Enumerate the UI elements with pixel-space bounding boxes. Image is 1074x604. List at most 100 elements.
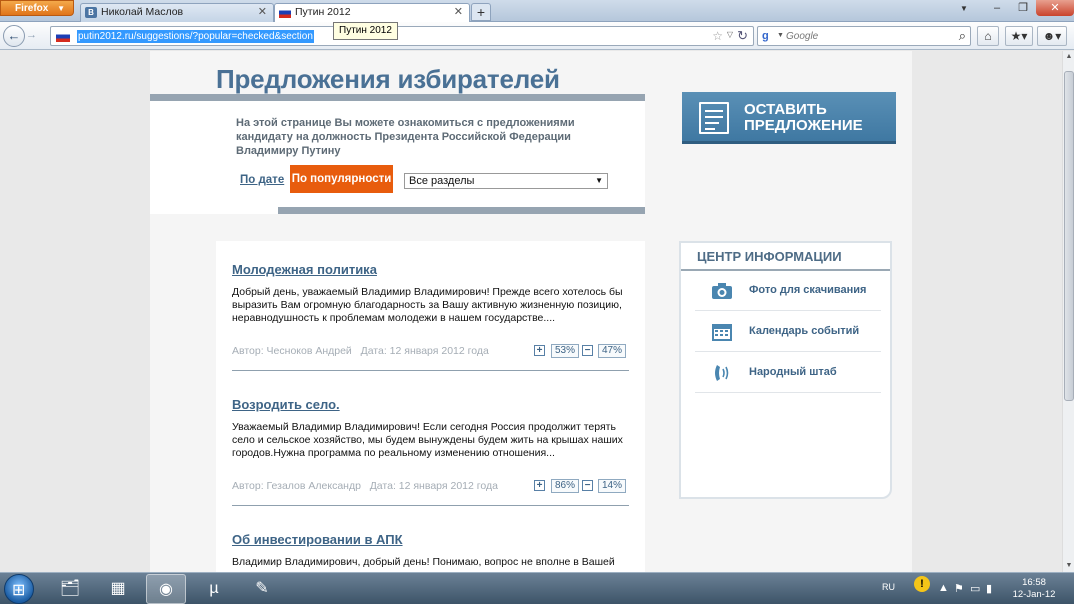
- search-icon[interactable]: ⌕: [959, 28, 966, 44]
- tab-strip: Firefox ▼ В Николай Маслов ✕ Путин 2012 ✕…: [0, 0, 1074, 22]
- suggestion-excerpt: Добрый день, уважаемый Владимир Владимир…: [232, 286, 623, 324]
- cta-line2: ПРЕДЛОЖЕНИЕ: [744, 117, 863, 134]
- submit-suggestion-label: ОСТАВИТЬ ПРЕДЛОЖЕНИЕ: [744, 102, 863, 134]
- suggestion-excerpt: Владимир Владимирович, добрый день! Пони…: [232, 556, 615, 568]
- start-button[interactable]: ⊞: [4, 574, 34, 604]
- bookmark-star-icon[interactable]: ☆: [712, 29, 723, 43]
- utorrent-taskbar-icon[interactable]: µ: [194, 574, 234, 604]
- minimize-button[interactable]: –: [984, 0, 1010, 16]
- russia-flag-icon: [279, 7, 291, 18]
- sort-by-date-link[interactable]: По дате: [240, 174, 284, 186]
- tab-list-chevron-icon[interactable]: ▼: [960, 4, 968, 13]
- info-center-title: ЦЕНТР ИНФОРМАЦИИ: [681, 243, 890, 271]
- address-bar[interactable]: putin2012.ru/suggestions/?popular=checke…: [50, 26, 754, 46]
- cta-line1: ОСТАВИТЬ: [744, 101, 827, 118]
- submit-suggestion-button[interactable]: ОСТАВИТЬ ПРЕДЛОЖЕНИЕ: [682, 92, 896, 144]
- info-item-label: Народный штаб: [749, 366, 837, 378]
- chevron-down-icon: ▼: [57, 4, 65, 13]
- close-window-button[interactable]: ✕: [1036, 0, 1074, 16]
- suggestion-meta: Автор: Гезалов Александр Дата: 12 января…: [232, 480, 498, 492]
- firefox-taskbar-icon[interactable]: ◉: [146, 574, 186, 604]
- info-item-photos[interactable]: Фото для скачивания: [695, 271, 881, 311]
- tab-tooltip: Путин 2012: [333, 22, 398, 40]
- vote-down-percent: 47%: [598, 344, 627, 358]
- tray-chevron-icon[interactable]: ▲: [938, 582, 949, 594]
- suggestion-meta: Автор: Чесноков Андрей Дата: 12 января 2…: [232, 345, 489, 357]
- vk-icon: В: [85, 7, 97, 18]
- home-button[interactable]: ⌂: [977, 26, 999, 46]
- bookmarks-menu-button[interactable]: ★▾: [1005, 26, 1033, 46]
- paint-taskbar-icon[interactable]: ✎: [242, 574, 282, 604]
- suggestion-title-link[interactable]: Об инвестировании в АПК: [232, 532, 403, 547]
- tab-vk[interactable]: В Николай Маслов ✕: [80, 3, 274, 22]
- suggestion-date: Дата: 12 января 2012 года: [369, 480, 498, 492]
- info-item-label: Фото для скачивания: [749, 284, 867, 296]
- flag-icon[interactable]: ⚑: [954, 582, 964, 595]
- search-placeholder: Google: [786, 31, 819, 42]
- section-select-value: Все разделы: [409, 175, 475, 187]
- page-content: Предложения избирателей На этой странице…: [150, 51, 912, 572]
- history-dropdown-icon[interactable]: ▽: [727, 30, 733, 39]
- suggestion-title-link[interactable]: Молодежная политика: [232, 262, 377, 277]
- search-engine-dropdown-icon[interactable]: ▼: [777, 32, 784, 39]
- search-bar[interactable]: g ▼ Google ⌕: [757, 26, 971, 46]
- intro-text: На этой странице Вы можете ознакомиться …: [236, 117, 575, 157]
- explorer-taskbar-icon[interactable]: 🗂: [50, 574, 90, 604]
- suggestion-excerpt: Уважаемый Владимир Владимирович! Если се…: [232, 421, 623, 459]
- close-icon[interactable]: ✕: [454, 4, 463, 21]
- scroll-up-icon[interactable]: ▲: [1063, 51, 1074, 63]
- google-icon[interactable]: g: [762, 30, 776, 43]
- office-taskbar-icon[interactable]: ▦: [98, 574, 138, 604]
- reload-icon[interactable]: ↻: [737, 28, 748, 44]
- firefox-menu-button[interactable]: Firefox ▼: [0, 0, 74, 16]
- warning-icon[interactable]: !: [914, 576, 930, 592]
- url-text[interactable]: putin2012.ru/suggestions/?popular=checke…: [77, 30, 314, 43]
- vote-up-button[interactable]: +: [534, 480, 545, 491]
- maximize-button[interactable]: ❐: [1010, 0, 1036, 16]
- addon-button[interactable]: ☻▾: [1037, 26, 1067, 46]
- vote-up-button[interactable]: +: [534, 345, 545, 356]
- windows-logo-icon: ⊞: [12, 582, 26, 599]
- scroll-thumb[interactable]: [1064, 71, 1074, 401]
- clock-date: 12-Jan-12: [1012, 589, 1056, 600]
- vote-up-percent: 86%: [551, 479, 580, 493]
- vote-panel: + 86% − 14%: [534, 479, 630, 493]
- close-icon[interactable]: ✕: [258, 4, 267, 21]
- chevron-down-icon: ▼: [595, 176, 603, 185]
- info-item-headquarters[interactable]: Народный штаб: [695, 353, 881, 393]
- phone-icon: [715, 365, 729, 381]
- suggestion-author: Автор: Чесноков Андрей: [232, 345, 352, 357]
- suggestion-title-link[interactable]: Возродить село.: [232, 397, 340, 412]
- camera-icon: [712, 283, 732, 299]
- tab-label: Николай Маслов: [101, 6, 184, 18]
- section-select[interactable]: Все разделы ▼: [404, 173, 608, 189]
- vote-down-button[interactable]: −: [582, 480, 593, 491]
- sort-by-popularity-button[interactable]: По популярности: [290, 165, 393, 193]
- system-tray: RU ! ▲ ⚑ ▭ ▮ 16:58 12-Jan-12: [854, 573, 1074, 604]
- new-tab-button[interactable]: +: [471, 3, 491, 21]
- suggestions-list: Молодежная политика Добрый день, уважаем…: [216, 241, 645, 572]
- vertical-scrollbar[interactable]: ▲ ▼: [1062, 51, 1074, 572]
- item-divider: [232, 505, 629, 506]
- monitor-icon[interactable]: ▭: [970, 582, 980, 595]
- forward-button[interactable]: →: [26, 29, 37, 41]
- clock[interactable]: 16:58 12-Jan-12: [1004, 577, 1064, 601]
- taskbar: ⊞ 🗂 ▦ ◉ µ ✎ RU ! ▲ ⚑ ▭ ▮ 16:58 12-Jan-12: [0, 572, 1074, 604]
- list-item: Об инвестировании в АПК Владимир Владими…: [232, 532, 629, 572]
- tab-putin2012[interactable]: Путин 2012 ✕: [274, 3, 470, 22]
- info-item-calendar[interactable]: Календарь событий: [695, 312, 881, 352]
- firefox-button-label: Firefox: [15, 3, 49, 14]
- network-icon[interactable]: ▮: [986, 582, 992, 595]
- scroll-down-icon[interactable]: ▼: [1063, 560, 1074, 572]
- intro-panel: На этой странице Вы можете ознакомиться …: [150, 94, 645, 214]
- vote-down-button[interactable]: −: [582, 345, 593, 356]
- document-pen-icon: [699, 102, 729, 134]
- back-button[interactable]: ←: [3, 25, 25, 47]
- screen: Firefox ▼ В Николай Маслов ✕ Путин 2012 ✕…: [0, 0, 1074, 604]
- tab-label: Путин 2012: [295, 6, 351, 18]
- info-item-label: Календарь событий: [749, 325, 860, 337]
- language-indicator[interactable]: RU: [882, 582, 895, 592]
- site-identity-icon[interactable]: [56, 31, 70, 42]
- page-viewport: Предложения избирателей На этой странице…: [0, 51, 1062, 572]
- item-divider: [232, 370, 629, 371]
